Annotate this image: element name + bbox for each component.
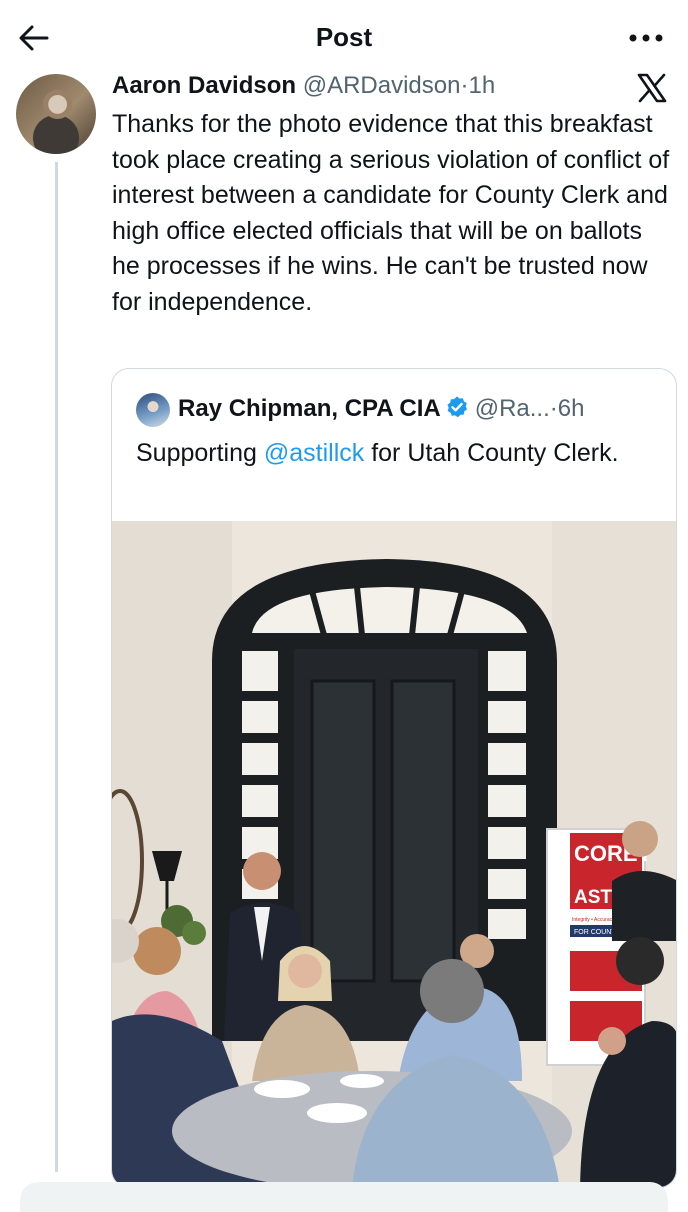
author-handle[interactable]: @ARDavidson (303, 72, 461, 99)
top-bar: Post (0, 0, 688, 76)
mention-link[interactable]: @astillck (264, 439, 364, 467)
quoted-text-before: Supporting (136, 439, 264, 467)
author-name[interactable]: Aaron Davidson (112, 72, 296, 99)
page-title: Post (315, 22, 373, 52)
quoted-meta-separator: · (549, 395, 558, 422)
quoted-text-after: for Utah County Clerk. (364, 439, 619, 467)
quoted-avatar (136, 393, 170, 427)
post-author-line: Aaron Davidson @ARDavidson·1h (112, 72, 495, 104)
quoted-author-name: Ray Chipman, CPA CIA (178, 395, 441, 422)
quoted-post-photo[interactable]: COREY ASTILL Integrity • Accuracy • Acco… (112, 521, 676, 1187)
more-button[interactable] (626, 22, 666, 54)
quoted-post-text: Supporting @astillck for Utah County Cle… (136, 436, 656, 471)
quoted-post-time: 6h (557, 395, 585, 422)
event-photo-illustration: COREY ASTILL Integrity • Accuracy • Acco… (112, 521, 676, 1187)
more-horizontal-icon (629, 34, 663, 42)
post-text: Thanks for the photo evidence that this … (112, 110, 670, 316)
thread-line (55, 162, 58, 1172)
reply-bar[interactable] (20, 1182, 668, 1212)
quoted-author-line: Ray Chipman, CPA CIA @Ra...·6h (178, 395, 584, 423)
verified-badge-icon (447, 396, 467, 418)
quoted-author-handle: @Ra... (474, 395, 550, 422)
quoted-post-card[interactable]: Ray Chipman, CPA CIA @Ra...·6h Supportin… (111, 368, 677, 1188)
avatar[interactable] (16, 74, 96, 154)
post-time[interactable]: 1h (468, 72, 495, 99)
x-logo-icon (637, 73, 667, 103)
